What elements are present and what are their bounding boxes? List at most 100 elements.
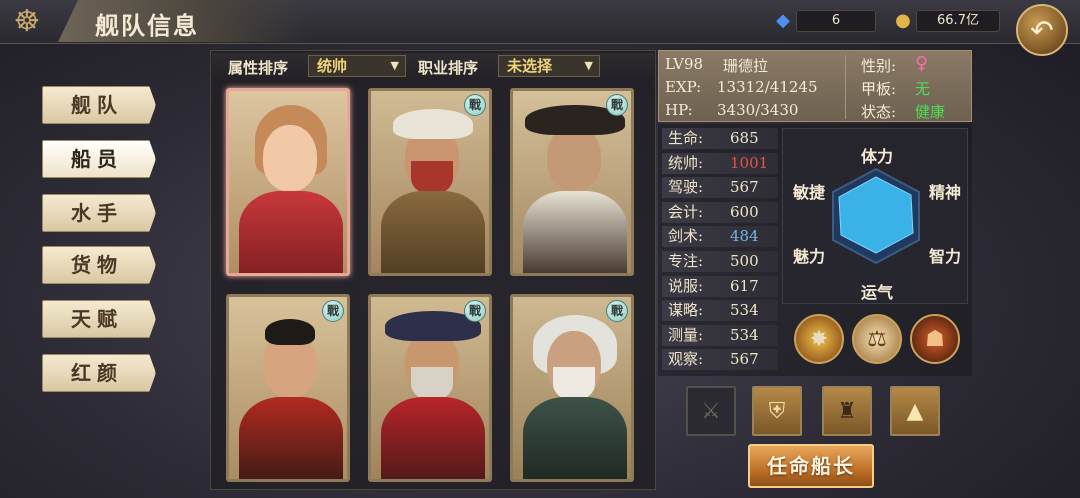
stat-row: 说服: 617 <box>662 275 778 297</box>
stat-value: 567 <box>730 178 759 197</box>
stat-row: 观察: 567 <box>662 349 778 371</box>
back-arrow-icon: ↶ <box>1030 13 1054 47</box>
radar-label-spirit: 精神 <box>929 183 962 202</box>
crew-name: 珊德拉 <box>723 57 769 75</box>
battle-badge: 戰 <box>464 300 486 322</box>
portrait-body <box>523 397 627 479</box>
stat-value: 1001 <box>730 153 769 172</box>
portrait-body <box>523 191 627 273</box>
stat-row: 测量: 534 <box>662 324 778 346</box>
crew-card[interactable] <box>226 88 350 276</box>
job-sort-label: 职业排序 <box>418 59 479 77</box>
stat-value: 534 <box>730 301 759 320</box>
battle-badge: 戰 <box>464 94 486 116</box>
stat-value: 600 <box>730 202 759 221</box>
stat-label: 剑术: <box>668 227 704 246</box>
status-label: 状态: <box>861 103 897 121</box>
sword-icon: ⚔ <box>701 398 721 424</box>
equip-bag-slot[interactable]: ♜ <box>822 386 872 436</box>
dropdown-arrow-icon: ▼ <box>390 59 399 72</box>
portrait-body <box>239 191 343 273</box>
crew-card[interactable]: 戰 <box>368 294 492 482</box>
stat-row: 统帅: 1001 <box>662 152 778 174</box>
appoint-captain-button[interactable]: 任命船长 <box>748 444 874 488</box>
weapon-slot-empty[interactable]: ⚔ <box>686 386 736 436</box>
gender-female-icon: ♀ <box>915 53 929 74</box>
nav-cargo[interactable]: 货物 <box>42 246 156 284</box>
stat-value: 484 <box>730 227 759 246</box>
gold-coin-icon: ● <box>895 9 911 31</box>
battle-badge: 戰 <box>606 300 628 322</box>
job-sort-select[interactable]: 未选择 ▼ <box>498 55 600 77</box>
nav-sailors[interactable]: 水手 <box>42 194 156 232</box>
filter-bar: 属性排序 统帅 ▼ 职业排序 未选择 ▼ <box>212 53 654 79</box>
radar-label-charm: 魅力 <box>793 247 826 266</box>
crew-card[interactable]: 戰 <box>510 88 634 276</box>
back-button[interactable]: ↶ <box>1016 4 1068 56</box>
battle-badge: 戰 <box>606 94 628 116</box>
stat-label: 统帅: <box>668 153 704 172</box>
stat-row: 生命: 685 <box>662 128 778 149</box>
equip-amulet-slot[interactable]: ▲ <box>890 386 940 436</box>
attr-sort-label: 属性排序 <box>228 59 289 77</box>
stat-value: 567 <box>730 350 759 369</box>
crew-card[interactable]: 戰 <box>226 294 350 482</box>
ship-wheel-icon: ☸ <box>13 3 41 39</box>
status-value: 健康 <box>915 103 946 121</box>
attr-sort-value: 统帅 <box>317 57 348 75</box>
topknot-hair <box>265 319 315 345</box>
stat-label: 驾驶: <box>668 178 704 197</box>
battle-badge: 戰 <box>322 300 344 322</box>
stat-value: 500 <box>730 252 759 270</box>
turban <box>393 109 473 139</box>
beard <box>411 161 453 195</box>
skill-orb-icon[interactable]: ✸ <box>794 314 844 364</box>
gender-label: 性别: <box>861 57 897 75</box>
crew-card[interactable]: 戰 <box>368 88 492 276</box>
nav-fleet[interactable]: 舰队 <box>42 86 156 124</box>
portrait-body <box>381 191 485 273</box>
top-bar: ☸ 舰队信息 ◆ 6 ● 66.7亿 <box>0 0 1080 44</box>
stat-label: 生命: <box>668 129 704 147</box>
crew-level: LV98 <box>665 55 704 73</box>
stat-value: 534 <box>730 325 759 344</box>
job-sort-value: 未选择 <box>507 57 553 75</box>
beard <box>553 367 595 401</box>
stat-label: 测量: <box>668 325 704 344</box>
stat-row: 专注: 500 <box>662 251 778 272</box>
skill-scales-icon[interactable]: ⚖ <box>852 314 902 364</box>
dropdown-arrow-icon: ▼ <box>584 59 593 72</box>
stat-label: 谋略: <box>668 301 704 320</box>
crew-card[interactable]: 戰 <box>510 294 634 482</box>
stat-label: 观察: <box>668 350 704 369</box>
radar-label-luck: 运气 <box>861 283 894 302</box>
gem-icon: ◆ <box>776 9 790 31</box>
skill-figure-icon[interactable]: ☗ <box>910 314 960 364</box>
deck-label: 甲板: <box>861 80 897 98</box>
exp-label: EXP: <box>665 78 702 96</box>
hp-value: 3430/3430 <box>717 101 799 119</box>
nav-talent[interactable]: 天赋 <box>42 300 156 338</box>
stat-label: 专注: <box>668 252 704 270</box>
radar-label-agility: 敏捷 <box>793 183 826 202</box>
attr-sort-select[interactable]: 统帅 ▼ <box>308 55 406 77</box>
attribute-radar: 体力 精神 智力 运气 魅力 敏捷 <box>782 128 968 304</box>
exp-value: 13312/41245 <box>717 78 818 96</box>
nav-beauty[interactable]: 红颜 <box>42 354 156 392</box>
stat-row: 谋略: 534 <box>662 300 778 322</box>
bag-icon: ♜ <box>837 398 857 424</box>
stat-value: 685 <box>730 129 759 147</box>
nav-crew[interactable]: 船员 <box>42 140 156 178</box>
stat-label: 说服: <box>668 276 704 295</box>
stat-label: 会计: <box>668 202 704 221</box>
page-title: 舰队信息 <box>95 11 199 40</box>
hp-label: HP: <box>665 101 693 119</box>
equip-shield-slot[interactable]: ⛨ <box>752 386 802 436</box>
stat-row: 会计: 600 <box>662 201 778 223</box>
deck-value: 无 <box>915 80 931 98</box>
stat-value: 617 <box>730 276 759 295</box>
radar-label-stamina: 体力 <box>861 147 894 166</box>
shield-icon: ⛨ <box>768 398 786 424</box>
stat-row: 剑术: 484 <box>662 226 778 248</box>
gold-count: 66.7亿 <box>916 10 1000 32</box>
